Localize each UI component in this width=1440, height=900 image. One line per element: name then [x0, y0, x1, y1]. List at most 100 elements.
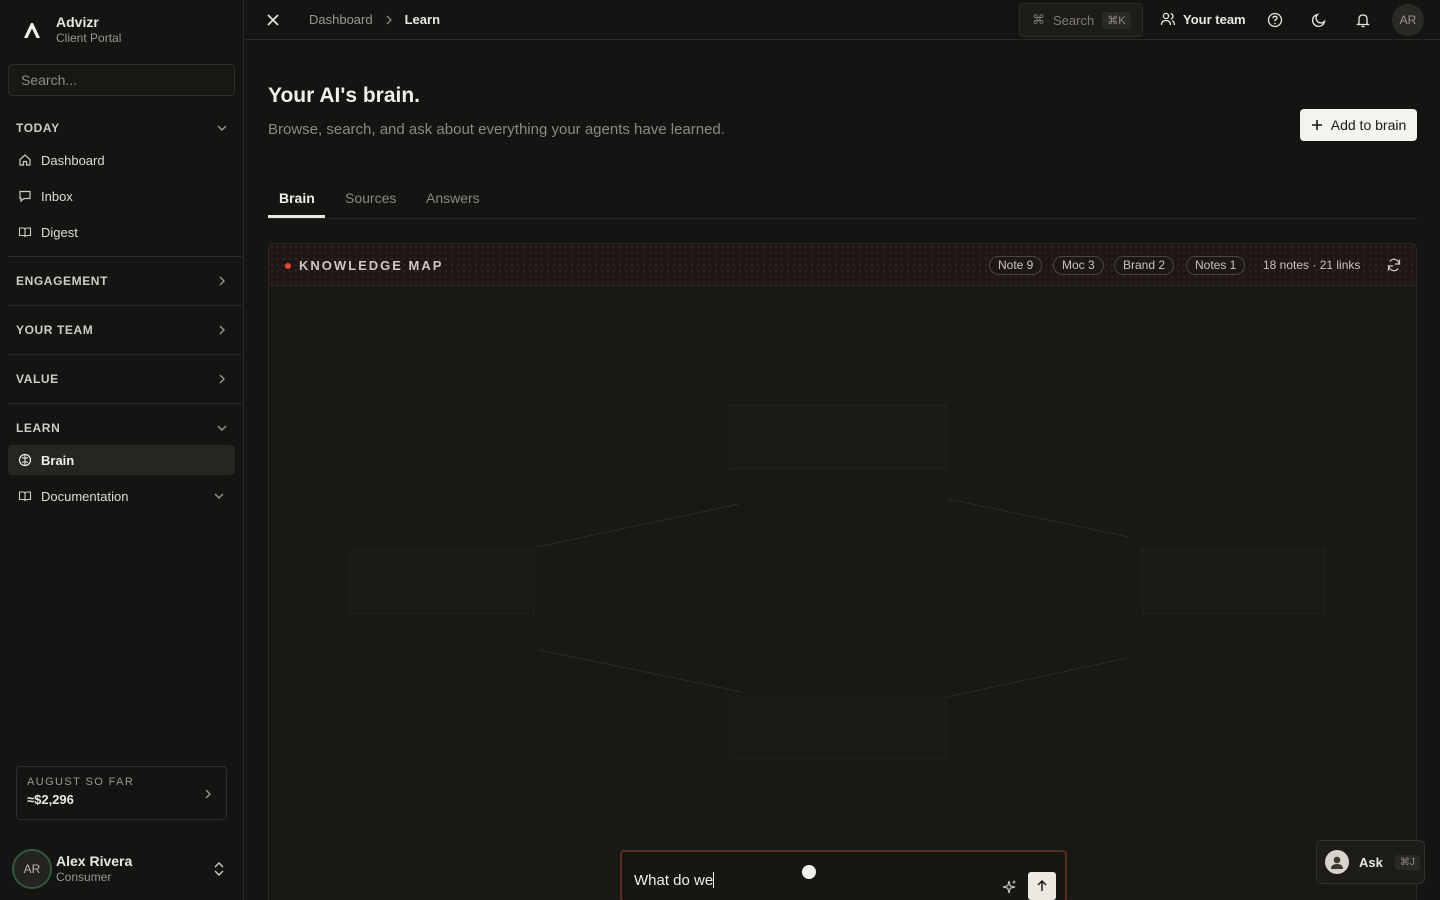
month-spend-label: AUGUST SO FAR — [27, 776, 135, 788]
help-circle-icon[interactable] — [1267, 12, 1283, 28]
sidebar-item-digest[interactable]: Digest — [8, 217, 235, 247]
chevron-right-icon — [219, 374, 225, 384]
message-icon — [17, 188, 33, 204]
plus-icon — [1311, 120, 1322, 130]
search-label: Search — [1053, 12, 1095, 28]
tab-answers[interactable]: Answers — [426, 190, 480, 206]
chevron-right-icon — [205, 789, 211, 799]
filter-chip-moc[interactable]: Moc 3 — [1053, 256, 1104, 275]
chevrons-up-down-icon — [214, 862, 224, 876]
status-dot-icon — [285, 262, 291, 269]
add-to-brain-label: Add to brain — [1330, 117, 1407, 133]
map-node-placeholder — [349, 549, 535, 615]
sidebar-item-brain[interactable]: Brain — [8, 445, 235, 475]
map-node-placeholder — [727, 695, 947, 760]
home-icon — [17, 152, 33, 168]
chevron-down-icon — [217, 425, 227, 431]
ask-input-value: What do we — [634, 872, 714, 889]
chevron-down-icon — [214, 493, 224, 499]
brain-icon — [17, 452, 33, 468]
breadcrumb-learn: Learn — [404, 12, 441, 27]
map-edges — [536, 498, 1130, 698]
user-name: Alex Rivera — [56, 853, 133, 869]
divider — [8, 354, 242, 355]
month-spend-value: ≈$2,296 — [27, 792, 74, 807]
knowledge-map-panel: KNOWLEDGE MAP Note 9 Moc 3 Brand 2 Notes… — [268, 243, 1417, 900]
book-open-icon — [17, 488, 33, 504]
sidebar: Advizr Client Portal Search... TODAY Das… — [0, 0, 244, 900]
brand[interactable]: Advizr Client Portal — [18, 14, 121, 46]
send-button[interactable] — [1028, 872, 1056, 900]
knowledge-map-title: KNOWLEDGE MAP — [285, 258, 443, 273]
chevron-right-icon — [219, 276, 225, 286]
sidebar-item-label: Digest — [41, 224, 78, 240]
sidebar-item-label: Dashboard — [41, 152, 105, 168]
ask-brain-input[interactable]: What do we — [620, 850, 1067, 900]
page-title: Your AI's brain. — [268, 84, 421, 107]
chevron-down-icon — [217, 125, 227, 131]
ask-assistant-button[interactable]: Ask ⌘J — [1316, 840, 1425, 884]
topbar: Dashboard Learn ⌘ Search ⌘K Your team AR — [245, 0, 1440, 40]
tab-brain[interactable]: Brain — [279, 190, 315, 206]
mouse-pointer-dot — [802, 865, 816, 879]
section-learn-label: LEARN — [16, 421, 61, 435]
section-value[interactable]: VALUE — [16, 369, 228, 389]
brand-subtitle: Client Portal — [56, 31, 122, 45]
ask-input-text: What do we — [634, 872, 715, 889]
map-edge — [538, 649, 743, 693]
your-team-button[interactable]: Your team — [1160, 11, 1246, 27]
sparkle-icon — [1002, 880, 1016, 894]
advizr-logo-icon — [18, 16, 46, 44]
refresh-icon[interactable] — [1386, 257, 1402, 273]
breadcrumb: Dashboard Learn — [309, 12, 440, 27]
brand-name: Advizr — [56, 14, 99, 30]
map-edge — [946, 657, 1128, 698]
sidebar-search-input[interactable]: Search... — [8, 64, 235, 96]
section-engagement-label: ENGAGEMENT — [16, 274, 109, 288]
filter-chip-note[interactable]: Note 9 — [989, 256, 1043, 275]
map-edge — [947, 498, 1130, 538]
section-today[interactable]: TODAY — [16, 118, 228, 138]
chevron-right-icon — [386, 15, 392, 24]
sidebar-item-dashboard[interactable]: Dashboard — [8, 145, 235, 175]
sidebar-item-inbox[interactable]: Inbox — [8, 181, 235, 211]
arrow-up-icon — [1037, 879, 1047, 891]
section-today-label: TODAY — [16, 121, 60, 135]
filter-chip-notes[interactable]: Notes 1 — [1186, 256, 1246, 275]
divider — [8, 403, 242, 404]
assistant-avatar-icon — [1325, 850, 1349, 874]
sidebar-item-label: Inbox — [41, 188, 73, 204]
your-team-label: Your team — [1183, 11, 1246, 27]
sidebar-item-documentation[interactable]: Documentation — [8, 481, 235, 511]
knowledge-map-canvas[interactable] — [269, 286, 1417, 900]
moon-icon[interactable] — [1311, 12, 1327, 28]
sparkle-button[interactable] — [996, 874, 1022, 900]
section-your-team[interactable]: YOUR TEAM — [16, 320, 228, 340]
divider — [8, 256, 242, 257]
add-to-brain-button[interactable]: Add to brain — [1300, 109, 1417, 141]
close-icon[interactable] — [265, 12, 281, 28]
sidebar-item-label: Brain — [41, 452, 75, 468]
map-node-placeholder — [727, 404, 947, 470]
map-node-placeholder — [1141, 549, 1326, 615]
section-engagement[interactable]: ENGAGEMENT — [16, 271, 228, 291]
command-icon: ⌘ — [1032, 12, 1045, 27]
user-menu[interactable]: AR Alex Rivera Consumer — [12, 848, 232, 890]
avatar[interactable]: AR — [1392, 4, 1424, 36]
section-value-label: VALUE — [16, 372, 59, 386]
global-search-button[interactable]: ⌘ Search ⌘K — [1019, 3, 1143, 37]
knowledge-map-header: KNOWLEDGE MAP Note 9 Moc 3 Brand 2 Notes… — [269, 244, 1416, 286]
section-learn[interactable]: LEARN — [16, 418, 228, 438]
filter-chip-brand[interactable]: Brand 2 — [1114, 256, 1175, 275]
knowledge-map-title-text: KNOWLEDGE MAP — [299, 258, 444, 273]
avatar: AR — [12, 849, 52, 889]
tab-sources[interactable]: Sources — [345, 190, 396, 206]
bell-icon[interactable] — [1355, 12, 1371, 28]
breadcrumb-dashboard[interactable]: Dashboard — [309, 12, 373, 27]
tab-bar: Brain Sources Answers — [268, 186, 1417, 219]
user-role: Consumer — [56, 870, 112, 884]
month-spend-card[interactable]: AUGUST SO FAR ≈$2,296 — [16, 766, 227, 820]
page-subtitle: Browse, search, and ask about everything… — [268, 121, 725, 138]
map-edge — [536, 503, 740, 548]
section-your-team-label: YOUR TEAM — [16, 323, 94, 337]
